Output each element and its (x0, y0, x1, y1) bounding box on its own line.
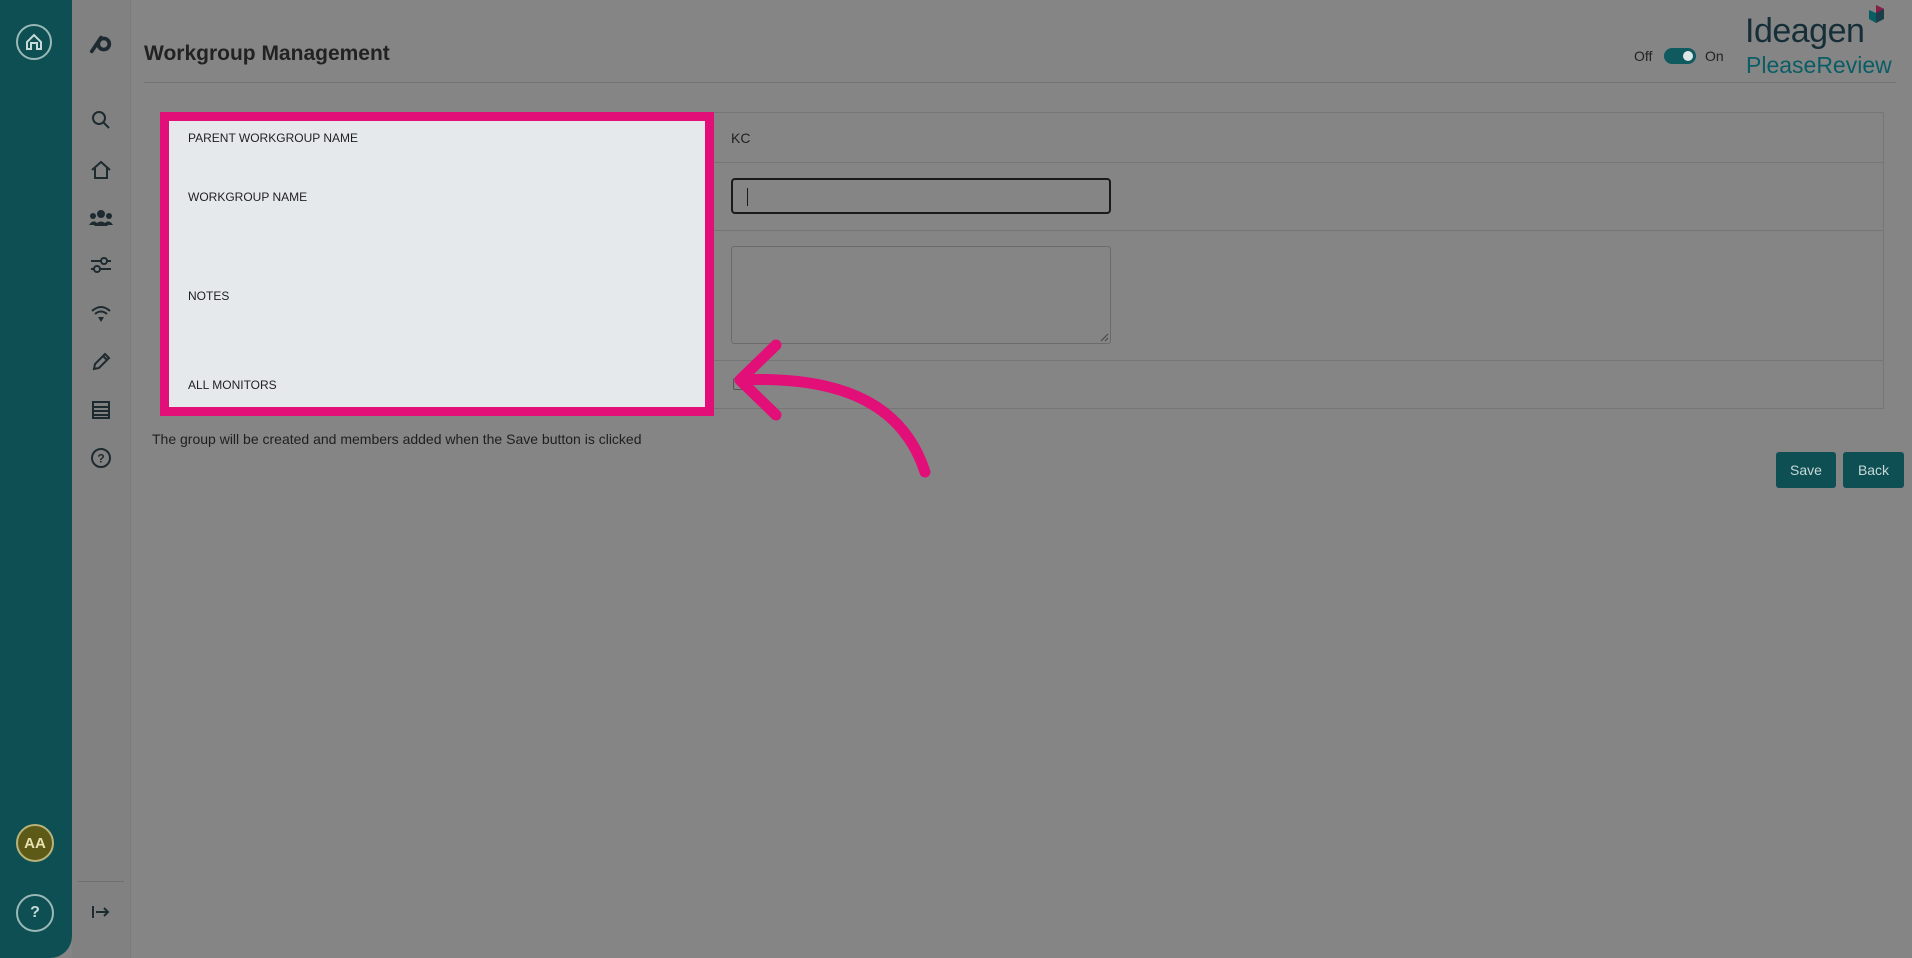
parent-workgroup-label: PARENT WORKGROUP NAME (188, 131, 359, 145)
back-button[interactable]: Back (1843, 452, 1904, 488)
save-info-text: The group will be created and members ad… (152, 431, 642, 447)
users-icon[interactable] (89, 206, 113, 230)
resize-grip-icon[interactable] (1099, 332, 1109, 342)
toggle-off-label: Off (1634, 48, 1653, 64)
expand-arrow-icon[interactable] (89, 900, 113, 924)
view-toggle[interactable] (1664, 48, 1696, 64)
page-title: Workgroup Management (144, 42, 390, 65)
brand-logo-icon (1869, 5, 1884, 23)
sliders-icon[interactable] (89, 253, 113, 277)
notes-label: NOTES (188, 289, 230, 303)
product-name: PleaseReview (1746, 52, 1892, 78)
labels-highlight-box (160, 112, 714, 416)
logo-icon[interactable] (89, 32, 113, 56)
user-avatar[interactable]: AA (16, 824, 54, 862)
toggle-knob (1683, 51, 1693, 61)
home-icon[interactable] (89, 158, 113, 182)
rail-help-button[interactable]: ? (16, 894, 54, 932)
app-rail: AA ? (0, 0, 72, 958)
workgroup-name-label: WORKGROUP NAME (188, 190, 308, 204)
signal-icon[interactable] (89, 302, 113, 326)
svg-text:?: ? (97, 452, 104, 466)
parent-workgroup-value: KC (731, 130, 751, 146)
help-circle-icon[interactable]: ? (89, 446, 113, 470)
nav-divider (78, 881, 124, 882)
toggle-on-label: On (1705, 48, 1724, 64)
brand-name: Ideagen (1745, 12, 1865, 50)
workgroup-name-input[interactable] (731, 178, 1111, 214)
side-nav: ? (72, 0, 131, 958)
app-home-icon[interactable] (16, 24, 52, 60)
list-icon[interactable] (89, 398, 113, 422)
text-caret (747, 188, 748, 206)
header-divider (144, 82, 1896, 83)
save-button[interactable]: Save (1776, 452, 1836, 488)
edit-icon[interactable] (89, 350, 113, 374)
annotation-arrow (734, 339, 931, 478)
search-icon[interactable] (89, 108, 113, 132)
all-monitors-label: ALL MONITORS (188, 378, 277, 392)
